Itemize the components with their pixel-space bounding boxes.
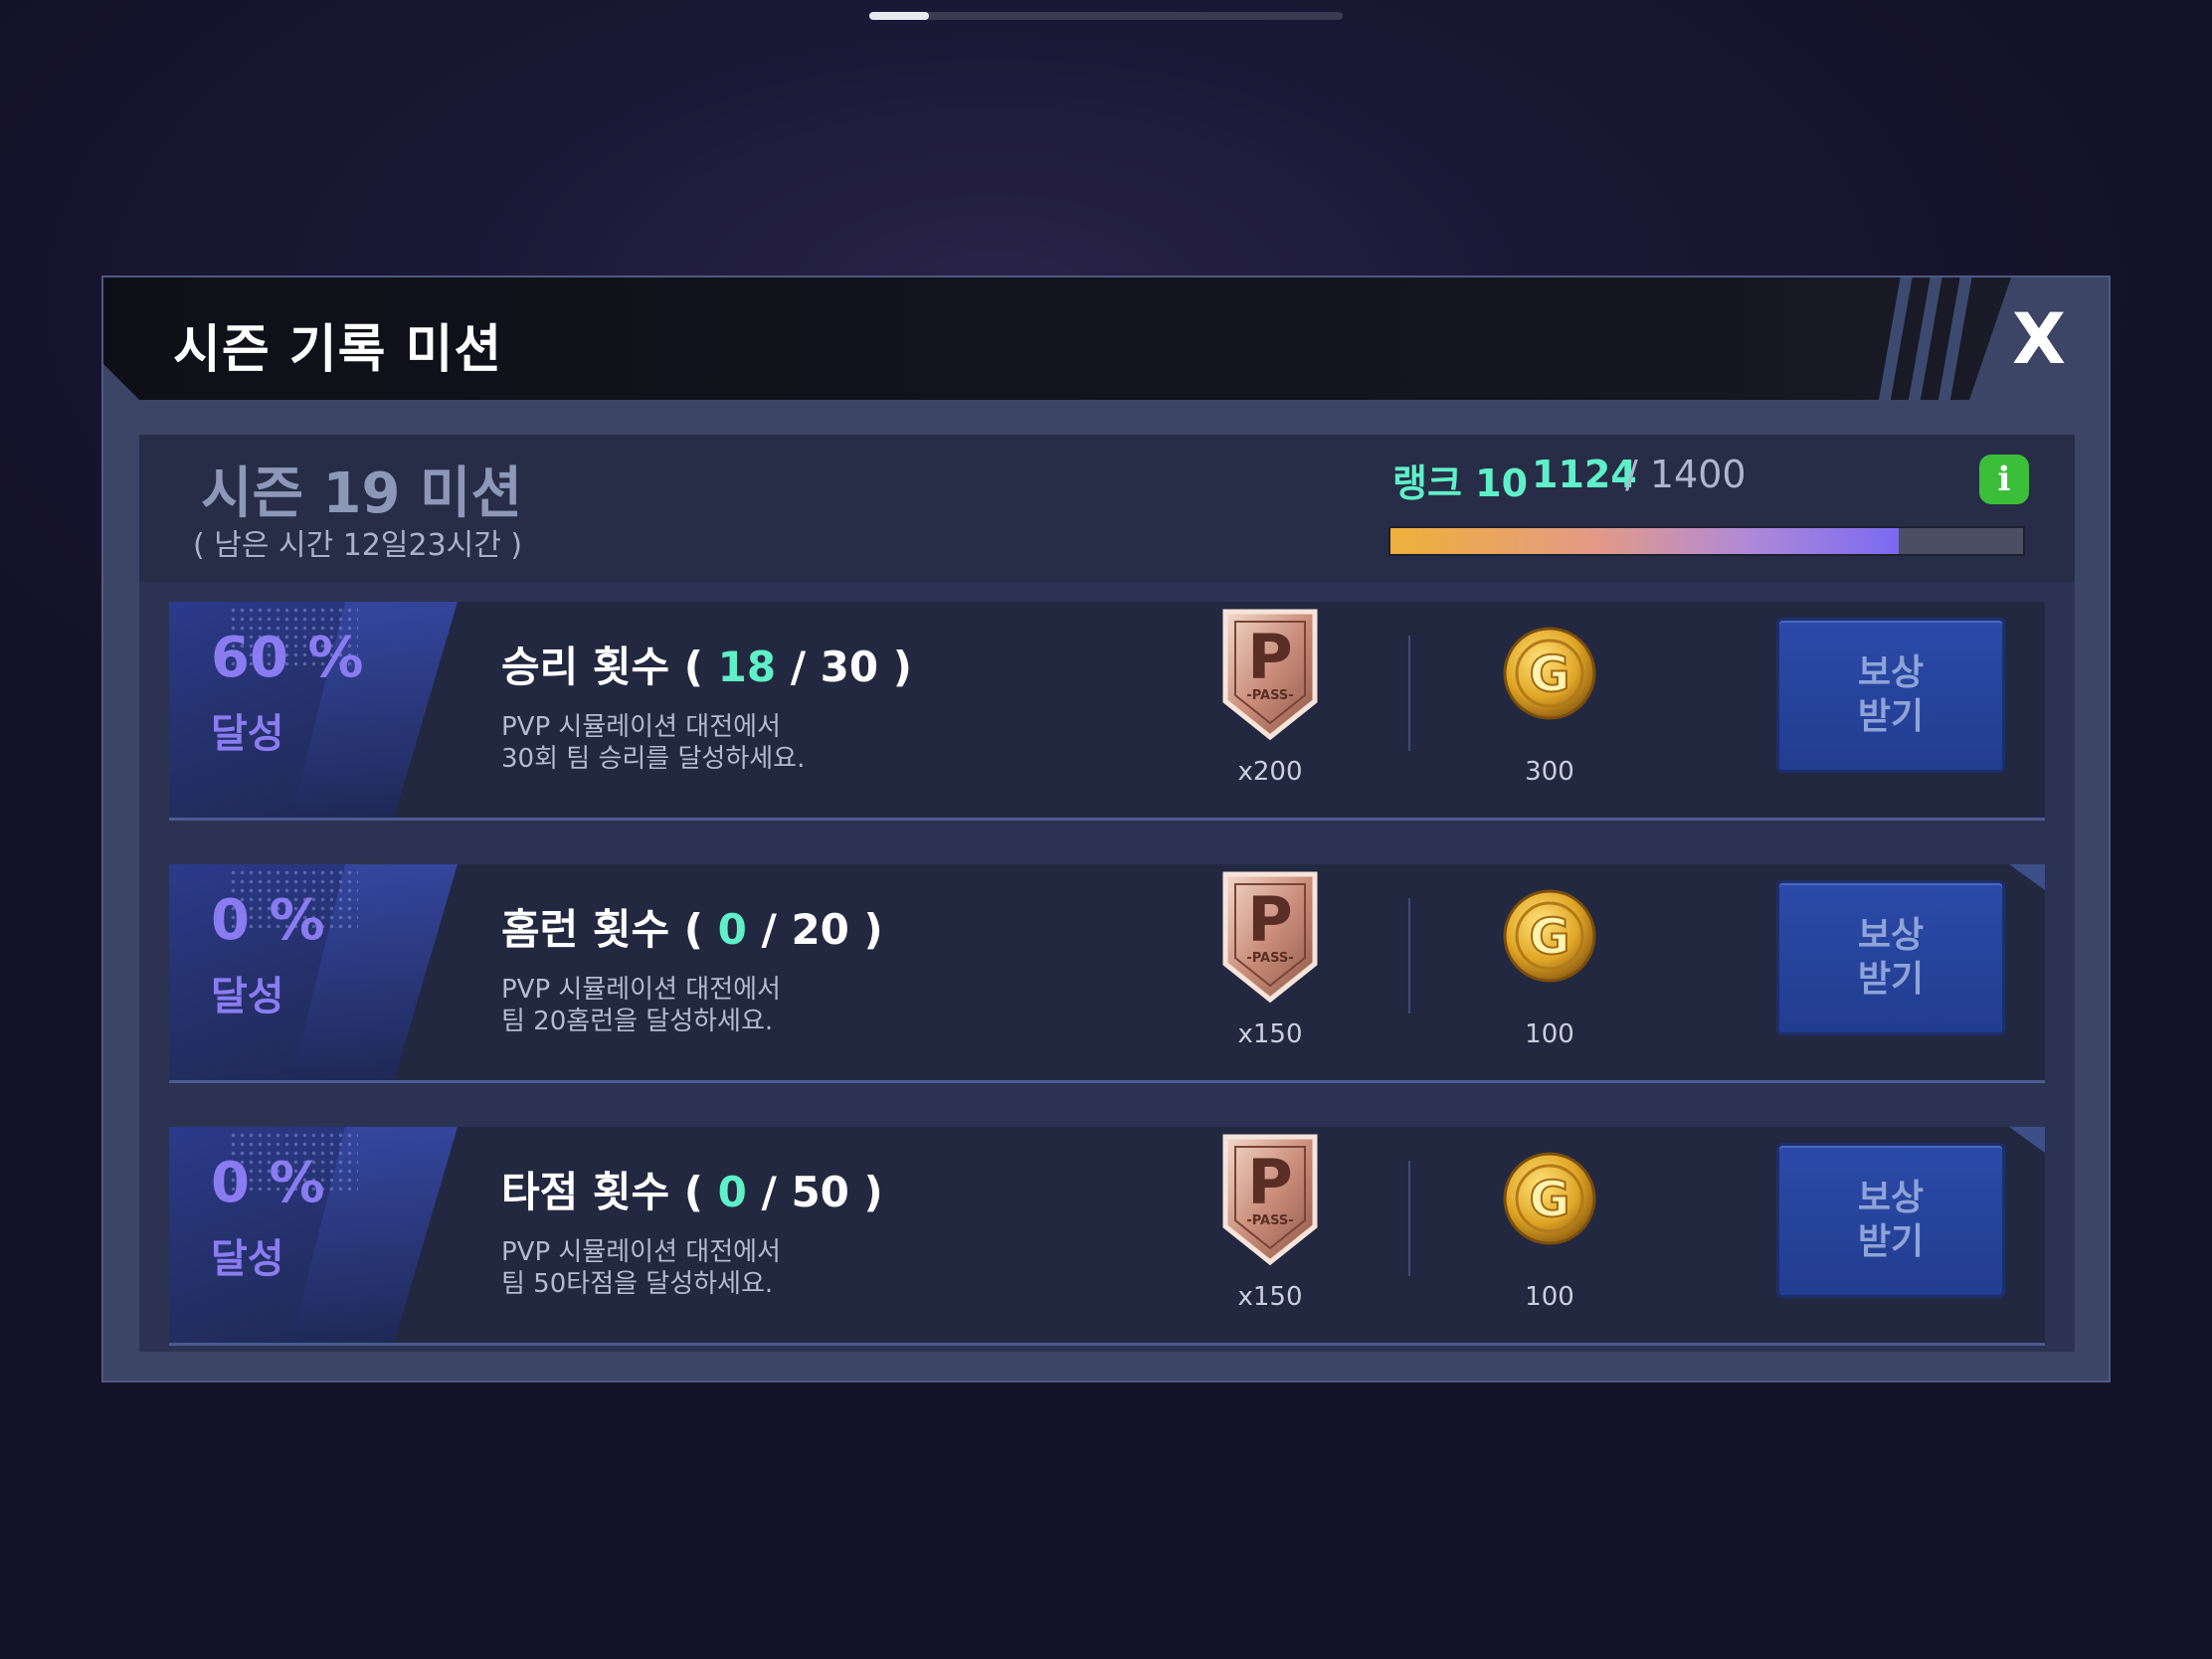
mission-percent: 0 % — [211, 888, 325, 953]
mission-current-count: 0 — [717, 1168, 747, 1216]
info-icon[interactable]: i — [1979, 455, 2029, 504]
rank-progress-bar — [1388, 526, 2025, 556]
mission-title: 승리 횟수 ( 18 / 30 ) — [501, 643, 912, 691]
mission-percent: 60 % — [211, 626, 364, 690]
reward-divider — [1408, 636, 1410, 751]
gold-coin-icon: G — [1503, 627, 1596, 720]
rank-label: 랭크 10 — [1392, 461, 1529, 505]
svg-text:-PASS-: -PASS- — [1246, 1213, 1293, 1228]
mission-description: PVP 시뮬레이션 대전에서 팀 20홈런을 달성하세요. — [501, 975, 781, 1036]
mission-description: PVP 시뮬레이션 대전에서 팀 50타점을 달성하세요. — [501, 1237, 781, 1299]
svg-text:G: G — [1529, 645, 1569, 703]
pass-ticket-icon: P -PASS- — [1222, 609, 1318, 741]
mission-current-count: 0 — [717, 905, 747, 954]
pass-reward-amount: x200 — [1237, 757, 1303, 787]
gold-reward-amount: 100 — [1525, 1019, 1574, 1049]
mission-title: 홈런 횟수 ( 0 / 20 ) — [501, 905, 883, 954]
svg-text:-PASS-: -PASS- — [1246, 951, 1293, 966]
mission-title: 타점 횟수 ( 0 / 50 ) — [501, 1168, 883, 1216]
mission-achieved-label: 달성 — [211, 1236, 284, 1282]
gold-coin-icon: G — [1503, 1152, 1596, 1245]
svg-text:P: P — [1247, 621, 1292, 693]
mission-panel: 시즌 19 미션 ( 남은 시간 12일23시간 ) 랭크 10 1124 / … — [139, 435, 2075, 1352]
season-summary: 시즌 19 미션 ( 남은 시간 12일23시간 ) 랭크 10 1124 / … — [139, 435, 2075, 582]
pass-ticket-icon: P -PASS- — [1222, 871, 1318, 1004]
svg-text:P: P — [1247, 1146, 1292, 1218]
close-button[interactable]: X — [1999, 299, 2079, 379]
gold-reward-amount: 100 — [1525, 1282, 1574, 1312]
points-current: 1124 — [1532, 453, 1637, 496]
rank-progress-fill — [1390, 528, 1899, 554]
season-mission-modal: 시즌 기록 미션 X 시즌 19 미션 ( 남은 시간 12일23시간 ) 랭크… — [101, 276, 2111, 1382]
season-time-left: ( 남은 시간 12일23시간 ) — [193, 528, 523, 563]
gold-coin-icon: G — [1503, 889, 1596, 983]
mission-percent: 0 % — [211, 1151, 325, 1215]
header-stripes — [1877, 277, 1974, 400]
modal-title: 시즌 기록 미션 — [173, 320, 503, 380]
points-max: / 1400 — [1625, 453, 1747, 496]
svg-text:G: G — [1529, 1171, 1569, 1228]
claim-reward-button[interactable]: 보상 받기 — [1776, 880, 2005, 1035]
mission-current-count: 18 — [717, 643, 777, 691]
modal-header: 시즌 기록 미션 X — [103, 277, 2109, 400]
gold-reward-amount: 300 — [1525, 757, 1574, 787]
mission-row: 0 % 달성 타점 횟수 ( 0 / 50 ) PVP 시뮬레이션 대전에서 팀 … — [169, 1127, 2045, 1346]
mission-achieved-label: 달성 — [211, 711, 284, 757]
reward-divider — [1408, 1161, 1410, 1276]
claim-reward-button[interactable]: 보상 받기 — [1776, 1143, 2005, 1298]
mission-row: 0 % 달성 홈런 횟수 ( 0 / 20 ) PVP 시뮬레이션 대전에서 팀 … — [169, 864, 2045, 1083]
pass-reward-amount: x150 — [1237, 1019, 1303, 1049]
mission-row: 60 % 달성 승리 횟수 ( 18 / 30 ) PVP 시뮬레이션 대전에서… — [169, 602, 2045, 821]
home-indicator — [869, 12, 1343, 20]
mission-description: PVP 시뮬레이션 대전에서 30회 팀 승리를 달성하세요. — [501, 712, 806, 774]
pass-reward-amount: x150 — [1237, 1282, 1303, 1312]
pass-ticket-icon: P -PASS- — [1222, 1134, 1318, 1266]
claim-reward-button[interactable]: 보상 받기 — [1776, 618, 2005, 773]
mission-achieved-label: 달성 — [211, 974, 284, 1019]
reward-divider — [1408, 898, 1410, 1014]
svg-text:P: P — [1247, 883, 1292, 956]
svg-text:G: G — [1529, 908, 1569, 966]
season-title: 시즌 19 미션 — [201, 461, 523, 526]
svg-text:-PASS-: -PASS- — [1246, 688, 1293, 703]
